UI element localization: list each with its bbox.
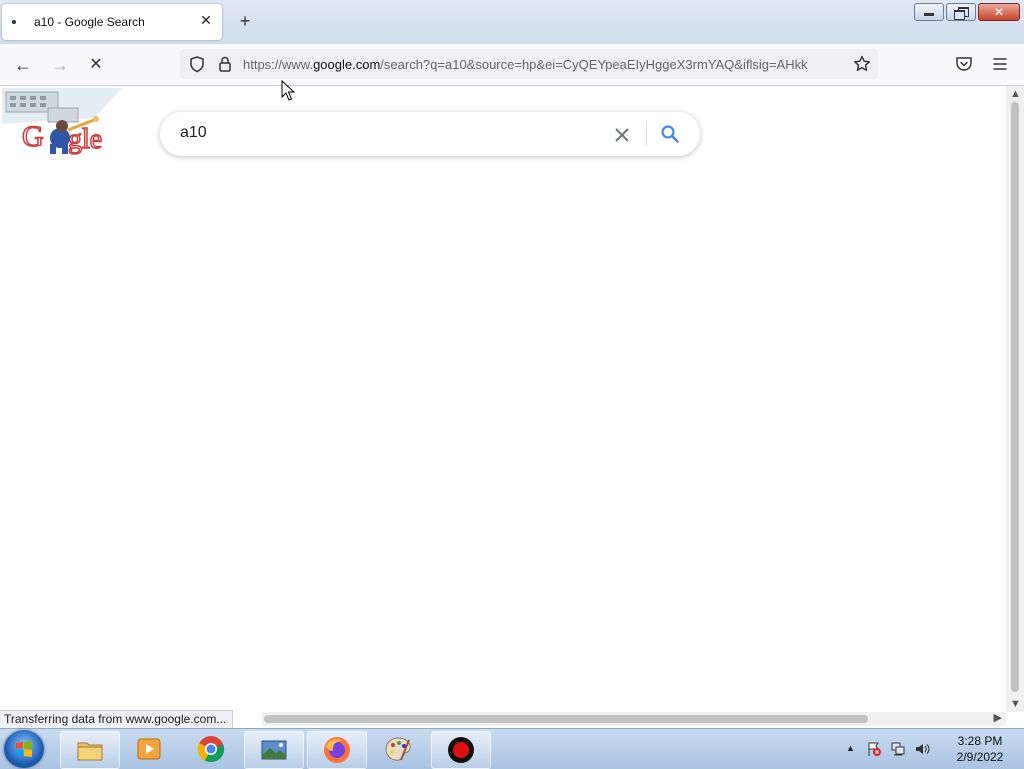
- chrome-icon: [197, 736, 225, 763]
- photo-viewer-icon: [261, 740, 287, 760]
- pocket-icon[interactable]: [954, 54, 974, 74]
- url-domain: google.com: [313, 57, 381, 72]
- network-icon[interactable]: [890, 741, 906, 757]
- lock-icon[interactable]: [217, 55, 233, 73]
- status-bar: Transferring data from www.google.com...: [0, 710, 234, 729]
- svg-text:G: G: [22, 120, 44, 153]
- tab-active[interactable]: a10 - Google Search ✕: [2, 4, 222, 40]
- minimize-icon: [924, 13, 934, 16]
- restore-icon-front: [954, 10, 965, 20]
- shield-icon[interactable]: [188, 55, 206, 73]
- folder-icon: [77, 742, 103, 761]
- search-input[interactable]: a10: [180, 124, 207, 142]
- system-tray: ▲ 3:28 PM 2/9/2022: [840, 729, 1024, 769]
- scroll-right-arrow[interactable]: ▶: [994, 711, 1002, 724]
- window-controls: ✕: [914, 3, 1020, 21]
- horizontal-scrollbar-thumb[interactable]: [264, 715, 868, 723]
- taskbar: ▲ 3:28 PM 2/9/2022: [0, 728, 1024, 769]
- tab-title: a10 - Google Search: [34, 15, 145, 29]
- navigation-toolbar: ← → ✕ https://www.google.com/search?q=a1…: [0, 44, 1024, 86]
- page-content: G gle a10: [0, 86, 1006, 712]
- clock-time: 3:28 PM: [957, 734, 1003, 748]
- google-doodle-logo[interactable]: G gle: [2, 88, 122, 156]
- forward-button[interactable]: →: [49, 54, 71, 76]
- url-path: /search?q=a10&source=hp&ei=CyQEYpeaEIyHg…: [380, 57, 808, 72]
- bookmark-star-icon[interactable]: [852, 54, 872, 74]
- volume-icon[interactable]: [914, 741, 930, 757]
- url-prefix: https://www.: [243, 57, 314, 72]
- clear-icon[interactable]: [612, 125, 632, 145]
- taskbar-media-player[interactable]: [120, 731, 178, 767]
- address-bar[interactable]: https://www.google.com/search?q=a10&sour…: [180, 49, 878, 79]
- back-button[interactable]: ←: [12, 54, 34, 76]
- tab-close-button[interactable]: ✕: [198, 12, 214, 28]
- hamburger-menu-icon[interactable]: [990, 54, 1010, 74]
- minimize-button[interactable]: [914, 3, 944, 21]
- scrollbar-thumb[interactable]: [1011, 102, 1019, 692]
- clock-date: 2/9/2022: [956, 750, 1004, 764]
- start-button[interactable]: [4, 730, 44, 768]
- horizontal-scrollbar[interactable]: ▶: [262, 712, 1006, 726]
- tab-strip: a10 - Google Search ✕ + ✕: [0, 0, 1024, 44]
- scroll-up-arrow[interactable]: ▲: [1010, 88, 1021, 100]
- system-clock[interactable]: 3:28 PM 2/9/2022: [944, 733, 1016, 765]
- search-divider: [646, 122, 647, 146]
- taskbar-screen-recorder[interactable]: [431, 731, 491, 769]
- taskbar-paint[interactable]: [369, 731, 427, 767]
- taskbar-chrome[interactable]: [182, 731, 240, 767]
- url-text[interactable]: https://www.google.com/search?q=a10&sour…: [243, 57, 843, 72]
- action-center-flag-icon[interactable]: [866, 741, 882, 757]
- paint-palette-icon: [385, 737, 411, 761]
- search-box[interactable]: a10: [160, 112, 700, 156]
- taskbar-firefox[interactable]: [307, 731, 367, 769]
- taskbar-file-explorer[interactable]: [60, 731, 120, 769]
- loading-dot-icon: [12, 20, 16, 24]
- firefox-icon: [324, 737, 350, 763]
- show-hidden-icons-button[interactable]: ▲: [846, 743, 855, 753]
- taskbar-photo-viewer[interactable]: [244, 731, 304, 769]
- search-icon[interactable]: [660, 124, 680, 144]
- scroll-down-arrow[interactable]: ▼: [1010, 698, 1021, 710]
- windows-logo-icon: [16, 741, 32, 757]
- media-player-icon: [137, 738, 161, 760]
- vertical-scrollbar[interactable]: ▲ ▼: [1006, 86, 1024, 712]
- restore-button[interactable]: [946, 3, 976, 21]
- record-icon: [448, 737, 474, 763]
- mouse-cursor-icon: [281, 80, 295, 101]
- new-tab-button[interactable]: +: [236, 12, 254, 30]
- window-close-button[interactable]: ✕: [978, 3, 1020, 21]
- stop-loading-button[interactable]: ✕: [85, 54, 107, 76]
